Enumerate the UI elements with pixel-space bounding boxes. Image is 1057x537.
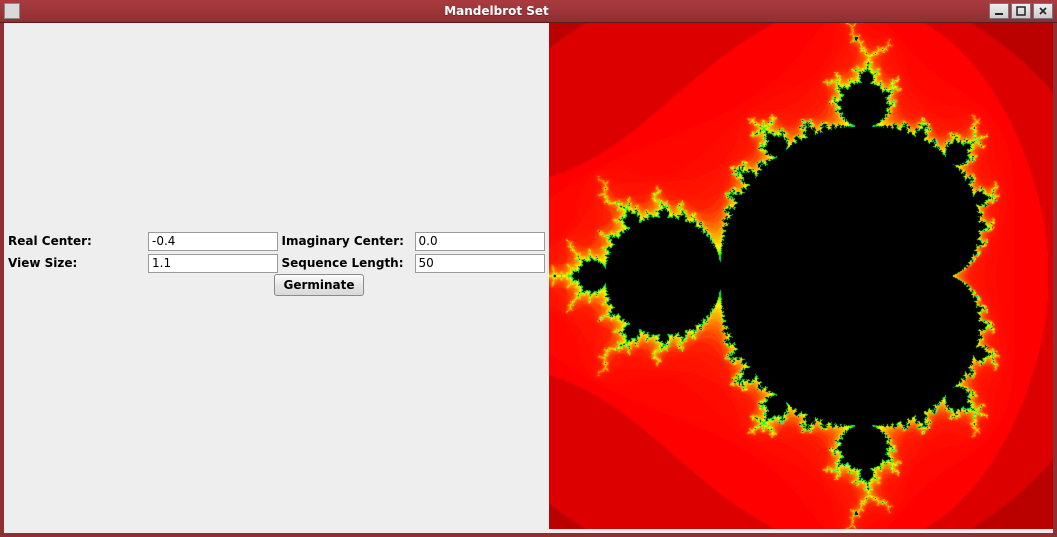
imag-center-label: Imaginary Center: <box>282 230 415 252</box>
real-center-input[interactable] <box>148 232 278 251</box>
window-title: Mandelbrot Set <box>4 4 989 18</box>
mandelbrot-canvas <box>549 23 1053 529</box>
titlebar: Mandelbrot Set <box>0 0 1057 23</box>
seq-len-label: Sequence Length: <box>282 252 415 274</box>
germinate-button[interactable]: Germinate <box>274 274 363 296</box>
seq-len-input[interactable] <box>415 254 545 273</box>
maximize-button[interactable] <box>1011 3 1031 19</box>
minimize-button[interactable] <box>989 3 1009 19</box>
parameter-form: Real Center: Imaginary Center: View Size… <box>8 230 548 296</box>
mandelbrot-panel <box>549 23 1053 533</box>
window-buttons <box>989 3 1053 19</box>
client-area: Real Center: Imaginary Center: View Size… <box>4 23 1053 533</box>
view-size-label: View Size: <box>8 252 148 274</box>
window-frame: Real Center: Imaginary Center: View Size… <box>0 23 1057 537</box>
close-button[interactable] <box>1033 3 1053 19</box>
imag-center-input[interactable] <box>415 232 545 251</box>
view-size-input[interactable] <box>148 254 278 273</box>
real-center-label: Real Center: <box>8 230 148 252</box>
controls-panel: Real Center: Imaginary Center: View Size… <box>4 23 549 533</box>
